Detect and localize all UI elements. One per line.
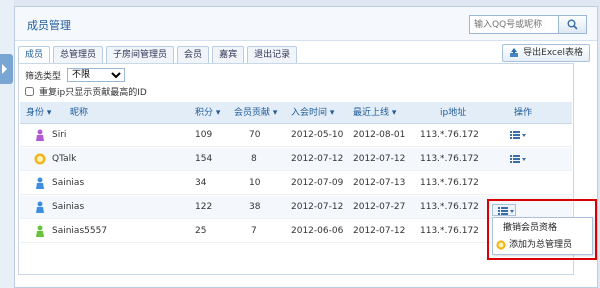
table-row: QTalk 154 8 2012-07-12 2012-07-12 113.*.…	[20, 148, 572, 171]
row-ip: 113.*.76.172	[420, 130, 479, 140]
search-input[interactable]	[469, 15, 559, 34]
export-icon	[510, 48, 519, 57]
tab-guests[interactable]: 嘉宾	[212, 46, 245, 63]
row-nickname[interactable]: Sainias	[52, 196, 84, 218]
tab-members[interactable]: 成员	[18, 46, 51, 64]
row-nickname[interactable]: Sainias5557	[52, 220, 107, 242]
row-ip: 113.*.76.172	[420, 154, 479, 164]
col-identity[interactable]: 身份 ▾	[26, 102, 51, 124]
row-nickname[interactable]: Siri	[52, 124, 66, 146]
gold-crown-icon	[496, 240, 506, 250]
row-score: 154	[195, 154, 213, 164]
col-join-time[interactable]: 入会时间 ▾	[291, 102, 334, 124]
row-contribution: 70	[249, 130, 261, 140]
row-nickname[interactable]: Sainias	[52, 172, 84, 194]
table-row: Sainias 34 10 2012-07-09 2012-07-13 113.…	[20, 172, 572, 195]
row-contribution: 8	[251, 154, 257, 164]
search-icon	[567, 19, 578, 30]
row-contribution: 10	[249, 178, 261, 188]
row-ip: 113.*.76.172	[420, 226, 479, 236]
row-join-time: 2012-05-10	[291, 130, 344, 140]
col-last-online[interactable]: 最近上线 ▾	[353, 102, 396, 124]
tab-vip[interactable]: 会员	[177, 46, 210, 63]
col-nickname: 昵称	[70, 108, 89, 118]
row-score: 34	[195, 178, 207, 188]
page-title: 成员管理	[27, 19, 71, 32]
menu-item-label: 添加为总管理员	[509, 240, 573, 250]
col-contribution[interactable]: 会员贡献 ▾	[234, 102, 277, 124]
blue-person-icon	[36, 201, 44, 213]
menu-item-add-admin[interactable]: 添加为总管理员	[496, 237, 572, 253]
row-join-time: 2012-07-12	[291, 154, 344, 164]
row-ip: 113.*.76.172	[420, 178, 479, 188]
search-box	[469, 15, 587, 34]
row-ip: 113.*.76.172	[420, 202, 479, 212]
row-join-time: 2012-06-06	[291, 226, 344, 236]
sidebar-collapse-toggle[interactable]	[0, 54, 13, 84]
row-last-online: 2012-07-12	[353, 154, 406, 164]
tab-subroom-admins[interactable]: 子房间管理员	[106, 46, 175, 63]
table-row: Siri 109 70 2012-05-10 2012-08-01 113.*.…	[20, 124, 572, 147]
row-contribution: 7	[251, 226, 257, 236]
purple-person-icon	[36, 129, 44, 141]
row-last-online: 2012-08-01	[353, 130, 406, 140]
col-ip: ip地址	[440, 108, 467, 118]
export-excel-button[interactable]: 导出Excel表格	[502, 44, 590, 62]
col-score[interactable]: 积分 ▾	[195, 102, 220, 124]
tab-admins[interactable]: 总管理员	[53, 46, 104, 63]
row-score: 122	[195, 202, 213, 212]
row-contribution: 38	[249, 202, 261, 212]
row-join-time: 2012-07-09	[291, 178, 344, 188]
row-join-time: 2012-07-12	[291, 202, 344, 212]
filter-bar: 筛选类型 不限	[25, 68, 126, 82]
tab-exit-records[interactable]: 退出记录	[247, 46, 298, 63]
filter-label: 筛选类型	[25, 71, 62, 82]
panel-header: 成员管理	[15, 7, 597, 41]
table-header: 身份 ▾ 昵称 积分 ▾ 会员贡献 ▾ 入会时间 ▾ 最近上线 ▾ ip地址 操…	[20, 102, 572, 124]
left-sidebar	[0, 0, 14, 288]
member-tabs: 成员 总管理员 子房间管理员 会员 嘉宾 退出记录	[18, 46, 300, 64]
row-score: 25	[195, 226, 207, 236]
search-button[interactable]	[559, 15, 587, 34]
green-person-icon	[36, 225, 44, 237]
export-label: 导出Excel表格	[523, 48, 583, 58]
action-menu-trigger[interactable]	[492, 204, 516, 216]
gold-crown-icon	[34, 153, 46, 165]
list-menu-icon[interactable]	[510, 154, 526, 164]
list-menu-icon[interactable]	[510, 130, 526, 140]
row-nickname[interactable]: QTalk	[52, 148, 76, 170]
action-menu: 撤销会员资格 添加为总管理员	[492, 217, 593, 255]
dedupe-ip-label: 重复ip只显示贡献最高的ID	[39, 88, 147, 98]
filter-type-select[interactable]: 不限	[67, 68, 126, 82]
row-last-online: 2012-07-12	[353, 226, 406, 236]
menu-item-revoke-membership[interactable]: 撤销会员资格	[503, 220, 557, 236]
dedupe-ip-option: 重复ip只显示贡献最高的ID	[25, 85, 147, 98]
dedupe-ip-checkbox[interactable]	[25, 87, 34, 96]
row-score: 109	[195, 130, 213, 140]
row-last-online: 2012-07-13	[353, 178, 406, 188]
col-actions: 操作	[514, 108, 533, 118]
action-dropdown-highlight: 撤销会员资格 添加为总管理员	[487, 199, 597, 260]
row-last-online: 2012-07-27	[353, 202, 406, 212]
list-menu-icon	[498, 207, 514, 215]
blue-person-icon	[36, 177, 44, 189]
